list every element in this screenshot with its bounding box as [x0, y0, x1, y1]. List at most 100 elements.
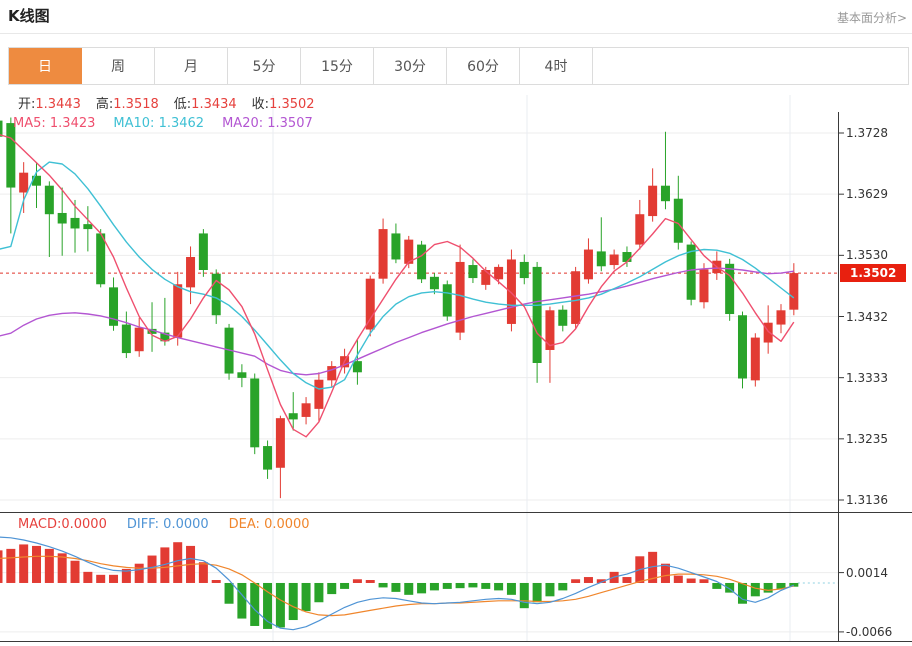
- macd-bar: [378, 582, 388, 588]
- dea-label: DEA:: [228, 517, 260, 532]
- price-axis-label: 1.3530: [846, 248, 888, 263]
- macd-bar: [545, 582, 555, 597]
- macd-bar: [275, 582, 285, 628]
- candle[interactable]: [6, 123, 16, 188]
- macd-value: 0.0000: [61, 517, 107, 532]
- candle[interactable]: [134, 327, 144, 352]
- candle[interactable]: [737, 315, 747, 379]
- macd-axis-label: 0.0014: [846, 565, 888, 580]
- ma10-label: MA10:: [113, 116, 155, 131]
- candle[interactable]: [648, 185, 658, 217]
- macd-bar: [198, 562, 208, 583]
- candle[interactable]: [776, 310, 786, 325]
- macd-axis-label: -0.0066: [846, 624, 893, 639]
- candle[interactable]: [481, 270, 491, 285]
- candle[interactable]: [237, 372, 247, 378]
- candle[interactable]: [545, 310, 555, 350]
- open-value: 1.3443: [35, 97, 81, 112]
- open-label: 开:: [18, 97, 36, 112]
- macd-bar: [429, 582, 439, 591]
- candle[interactable]: [121, 324, 131, 354]
- candle[interactable]: [275, 418, 285, 468]
- macd-bar: [288, 582, 298, 621]
- close-label: 收:: [251, 97, 270, 112]
- macd-bar: [571, 579, 581, 583]
- macd-bar: [147, 555, 157, 583]
- macd-bar: [327, 582, 337, 595]
- candle[interactable]: [378, 229, 388, 279]
- candle[interactable]: [455, 261, 465, 333]
- candle[interactable]: [96, 233, 106, 285]
- candle[interactable]: [417, 244, 427, 280]
- candle[interactable]: [494, 266, 504, 280]
- candle[interactable]: [83, 224, 93, 230]
- ohlc-info: 开:1.3443 高:1.3518 低:1.3434 收:1.3502: [18, 93, 330, 112]
- macd-bar: [455, 582, 465, 589]
- kline-widget: K线图 基本面分析> 日 周 月 5分 15分 30分 60分 4时 开:1.3…: [0, 0, 912, 646]
- candle[interactable]: [57, 212, 67, 224]
- macd-bar: [340, 582, 350, 589]
- candle[interactable]: [44, 185, 54, 215]
- candle[interactable]: [250, 378, 260, 448]
- candle[interactable]: [288, 413, 298, 420]
- candle[interactable]: [609, 254, 619, 266]
- candle[interactable]: [468, 265, 478, 279]
- macd-bar: [468, 582, 478, 588]
- candle[interactable]: [198, 233, 208, 271]
- candle[interactable]: [699, 269, 709, 303]
- candle[interactable]: [519, 261, 529, 279]
- macd-bar: [404, 582, 414, 595]
- macd-bar: [558, 582, 568, 591]
- candle[interactable]: [583, 249, 593, 280]
- candle[interactable]: [19, 172, 29, 193]
- ma20-label: MA20:: [222, 116, 264, 131]
- candle[interactable]: [558, 309, 568, 326]
- macd-bar: [6, 548, 16, 583]
- candle[interactable]: [532, 266, 542, 363]
- candle[interactable]: [635, 214, 645, 245]
- candle[interactable]: [789, 273, 799, 310]
- macd-info: MACD:0.0000 DIFF: 0.0000 DEA: 0.0000: [18, 517, 330, 532]
- macd-bar: [224, 582, 234, 604]
- macd-bar: [519, 582, 529, 609]
- candle[interactable]: [725, 263, 735, 315]
- macd-bar: [352, 579, 362, 583]
- macd-label: MACD:: [18, 517, 62, 532]
- candle[interactable]: [70, 217, 80, 229]
- ma-info: MA5: 1.3423 MA10: 1.3462 MA20: 1.3507: [13, 116, 331, 131]
- candle[interactable]: [622, 252, 632, 262]
- candle[interactable]: [750, 337, 760, 381]
- macd-bar: [0, 550, 3, 583]
- candle[interactable]: [352, 361, 362, 373]
- price-axis-label: 1.3136: [846, 493, 888, 507]
- candle[interactable]: [365, 278, 375, 330]
- ma20-value: 1.3507: [267, 116, 313, 131]
- macd-bar: [481, 582, 491, 589]
- high-label: 高:: [95, 97, 114, 112]
- macd-bar: [532, 582, 542, 603]
- low-value: 1.3434: [191, 97, 237, 112]
- ma5-line: [0, 134, 795, 438]
- candle[interactable]: [660, 185, 670, 202]
- price-axis-label: 1.3728: [846, 126, 888, 140]
- candle[interactable]: [429, 276, 439, 290]
- candle[interactable]: [301, 403, 311, 417]
- candle[interactable]: [173, 284, 183, 338]
- candle[interactable]: [442, 284, 452, 317]
- candle[interactable]: [32, 175, 42, 186]
- last-price-tag: 1.3502: [840, 264, 906, 283]
- candle[interactable]: [506, 259, 516, 324]
- candle[interactable]: [186, 256, 196, 288]
- candle[interactable]: [263, 446, 273, 470]
- macd-bar: [622, 577, 632, 583]
- macd-bar: [417, 582, 427, 594]
- candle[interactable]: [673, 198, 683, 243]
- macd-bar: [96, 574, 106, 583]
- macd-bar: [237, 582, 247, 619]
- candle[interactable]: [571, 271, 581, 324]
- candle[interactable]: [314, 379, 324, 409]
- macd-bar: [211, 580, 221, 583]
- macd-bar: [673, 575, 683, 583]
- candle[interactable]: [596, 251, 606, 267]
- candle[interactable]: [391, 233, 401, 260]
